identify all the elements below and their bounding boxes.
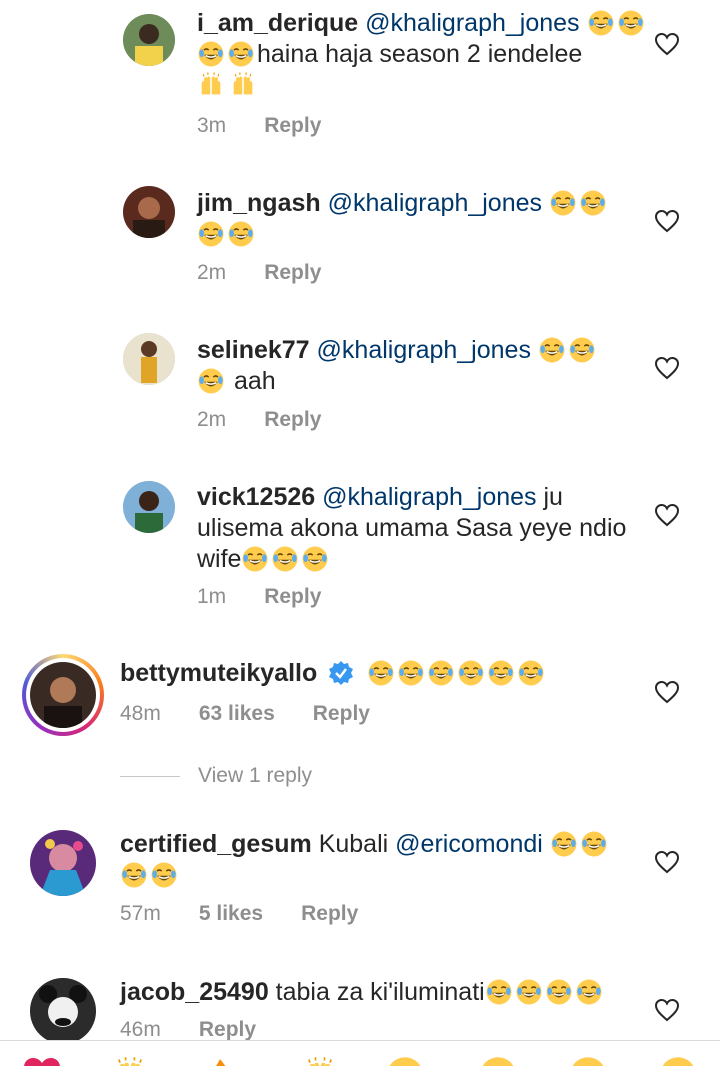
comment-meta: 48m 63 likes Reply: [120, 702, 408, 726]
reply-button[interactable]: Reply: [313, 702, 370, 726]
laughing-emoji-icon: [197, 220, 225, 248]
heart-icon[interactable]: [654, 503, 680, 527]
avatar[interactable]: [123, 481, 175, 533]
comment-meta: 2m Reply: [197, 408, 359, 432]
reply-button[interactable]: Reply: [264, 114, 321, 138]
username[interactable]: vick12526: [197, 483, 315, 511]
avatar[interactable]: [123, 14, 175, 66]
timestamp: 1m: [197, 585, 227, 608]
reply-button[interactable]: Reply: [264, 585, 321, 609]
laughing-emoji-icon: [120, 861, 148, 889]
laughing-emoji-icon[interactable]: [385, 1055, 425, 1066]
heart-icon[interactable]: [654, 998, 680, 1022]
likes-count[interactable]: 5 likes: [199, 902, 263, 926]
laughing-emoji-icon: [568, 336, 596, 364]
laughing-emoji-icon: [587, 9, 615, 37]
avatar[interactable]: [123, 186, 175, 238]
avatar[interactable]: [30, 830, 96, 896]
heart-eyes-emoji-icon[interactable]: [568, 1055, 608, 1066]
laughing-emoji-icon: [517, 659, 545, 687]
verified-badge-icon: [329, 661, 354, 685]
laughing-emoji-icon: [545, 978, 573, 1006]
heart-emoji-icon[interactable]: [22, 1055, 62, 1066]
laughing-emoji-icon: [575, 978, 603, 1006]
mention-link[interactable]: @khaligraph_jones: [322, 483, 536, 511]
laughing-emoji-icon: [549, 189, 577, 217]
laughing-emoji-icon: [301, 545, 329, 573]
heart-icon[interactable]: [654, 680, 680, 704]
comment-text: Kubali: [318, 830, 389, 858]
timestamp: 3m: [197, 114, 227, 137]
laughing-emoji-icon: [397, 659, 425, 687]
avatar[interactable]: [123, 333, 175, 385]
mention-link[interactable]: @khaligraph_jones: [328, 189, 542, 217]
laughing-emoji-icon: [227, 40, 255, 68]
comment-meta: 1m Reply: [197, 585, 359, 609]
comment-text: haina haja season 2 iendelee: [257, 40, 583, 68]
view-replies-label: View 1 reply: [198, 764, 313, 787]
username[interactable]: i_am_derique: [197, 9, 358, 37]
raising-hands-icon: [197, 71, 225, 99]
timestamp: 48m: [120, 702, 161, 725]
username[interactable]: certified_gesum: [120, 830, 312, 858]
timestamp: 2m: [197, 261, 227, 284]
comment-text: aah: [233, 367, 276, 395]
raising-hands-emoji-icon[interactable]: [110, 1055, 150, 1066]
heart-icon[interactable]: [654, 356, 680, 380]
reply-button[interactable]: Reply: [264, 261, 321, 285]
username[interactable]: jacob_25490: [120, 978, 269, 1006]
avatar[interactable]: [22, 654, 104, 736]
emoji-quick-bar: [0, 1040, 720, 1066]
laughing-emoji-icon: [367, 659, 395, 687]
laughing-emoji-icon: [197, 40, 225, 68]
mention-link[interactable]: @khaligraph_jones: [365, 9, 579, 37]
laughing-emoji-icon: [487, 659, 515, 687]
reply-button[interactable]: Reply: [301, 902, 358, 926]
laughing-emoji-icon: [150, 861, 178, 889]
fire-emoji-icon[interactable]: [200, 1055, 240, 1066]
timestamp: 2m: [197, 408, 227, 431]
comment-meta: 57m 5 likes Reply: [120, 902, 396, 926]
mention-link[interactable]: @khaligraph_jones: [317, 336, 531, 364]
smiling-emoji-icon[interactable]: [478, 1055, 518, 1066]
reply-button[interactable]: Reply: [264, 408, 321, 432]
comment-meta: 46m Reply: [120, 1018, 294, 1042]
heart-icon[interactable]: [654, 850, 680, 874]
comment-text: tabia za ki'iluminati: [275, 978, 485, 1006]
divider: [120, 775, 180, 777]
username[interactable]: bettymuteikyallo: [120, 659, 317, 687]
laughing-emoji-icon: [485, 978, 513, 1006]
laughing-emoji-icon: [515, 978, 543, 1006]
clapping-emoji-icon[interactable]: [300, 1055, 340, 1066]
laughing-emoji-icon: [617, 9, 645, 37]
raising-hands-icon: [229, 71, 257, 99]
heart-icon[interactable]: [654, 209, 680, 233]
reply-button[interactable]: Reply: [199, 1018, 256, 1042]
laughing-emoji-icon: [457, 659, 485, 687]
timestamp: 57m: [120, 902, 161, 925]
laughing-emoji-icon: [550, 830, 578, 858]
username[interactable]: jim_ngash: [197, 189, 321, 217]
laughing-emoji-icon: [538, 336, 566, 364]
mention-link[interactable]: @ericomondi: [395, 830, 543, 858]
laughing-emoji-icon: [427, 659, 455, 687]
comment-meta: 3m Reply: [197, 114, 359, 138]
laughing-emoji-icon: [197, 367, 225, 395]
timestamp: 46m: [120, 1018, 161, 1041]
laughing-emoji-icon: [241, 545, 269, 573]
heart-icon[interactable]: [654, 32, 680, 56]
laughing-emoji-icon: [271, 545, 299, 573]
username[interactable]: selinek77: [197, 336, 310, 364]
avatar[interactable]: [30, 978, 96, 1044]
view-replies-button[interactable]: View 1 reply: [120, 764, 312, 788]
wow-emoji-icon[interactable]: [658, 1055, 698, 1066]
laughing-emoji-icon: [579, 189, 607, 217]
comment-meta: 2m Reply: [197, 261, 359, 285]
likes-count[interactable]: 63 likes: [199, 702, 275, 726]
laughing-emoji-icon: [227, 220, 255, 248]
laughing-emoji-icon: [580, 830, 608, 858]
